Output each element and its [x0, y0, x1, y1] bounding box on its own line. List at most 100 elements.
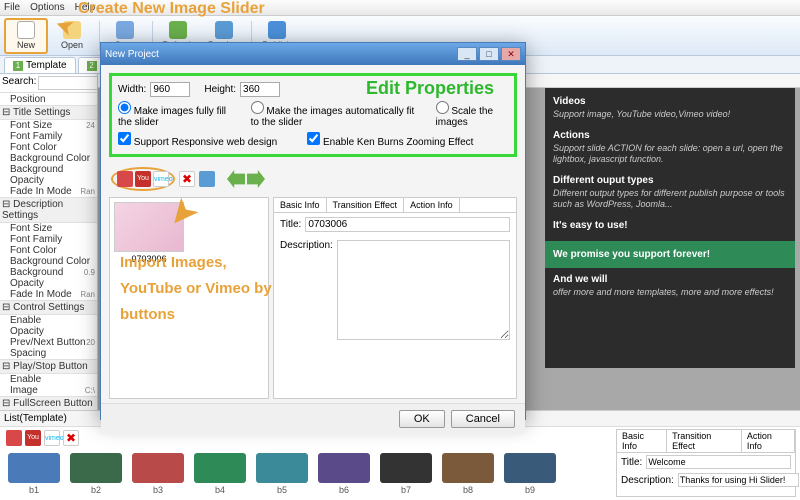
import-image-button[interactable] — [117, 171, 133, 187]
save-icon — [116, 21, 134, 39]
menu-help[interactable]: Help — [75, 2, 96, 13]
import-youtube-button[interactable]: You — [135, 171, 151, 187]
dialog-min-button[interactable]: _ — [457, 47, 477, 61]
next-arrow-icon[interactable] — [247, 170, 265, 188]
thumb-image — [114, 202, 184, 252]
prop-c-enable[interactable]: Enable — [0, 315, 97, 326]
properties-box: Edit Properties Width: Height: Make imag… — [109, 73, 517, 157]
prev-arrow-icon[interactable] — [227, 170, 245, 188]
template-thumb[interactable]: b4 — [194, 453, 246, 495]
search-row: Search: — [0, 74, 97, 93]
grp-control-settings[interactable]: ⊟ Control Settings — [0, 300, 97, 315]
rinfo-tab-basic[interactable]: Basic Info — [617, 430, 667, 452]
template-thumb[interactable]: b7 — [380, 453, 432, 495]
template-thumb[interactable]: b2 — [70, 453, 122, 495]
menu-options[interactable]: Options — [30, 2, 64, 13]
dialog-tools: You vimeo ✖ — [101, 165, 525, 193]
tab-template[interactable]: 1Template — [4, 57, 76, 73]
search-label: Search: — [2, 76, 36, 90]
radio-fit[interactable]: Make the images automatically fit to the… — [251, 101, 422, 128]
width-input[interactable] — [150, 82, 190, 97]
pv-videos-h: Videos — [553, 96, 787, 107]
publish-icon — [268, 21, 286, 39]
prop-d-bg-opacity[interactable]: Background Opacity0.9 — [0, 267, 97, 289]
dlg-tab-transition[interactable]: Transition Effect — [327, 198, 405, 212]
dlg-tab-action[interactable]: Action Info — [404, 198, 460, 212]
refresh-icon — [169, 21, 187, 39]
template-thumb[interactable]: b6 — [318, 453, 370, 495]
dialog-title: New Project — [105, 49, 159, 60]
new-project-dialog: New Project _ □ ✕ Edit Properties Width:… — [100, 42, 526, 420]
prop-position[interactable]: Position — [0, 94, 97, 105]
prop-d-bg-color[interactable]: Background Color — [0, 256, 97, 267]
slider-preview: VideosSupport image, YouTube video,Vimeo… — [545, 88, 795, 368]
template-thumb[interactable]: b1 — [8, 453, 60, 495]
grp-title-settings[interactable]: ⊟ Title Settings — [0, 105, 97, 120]
prop-ps-enable[interactable]: Enable — [0, 374, 97, 385]
pv-promise: We promise you support forever! — [545, 241, 795, 268]
new-button[interactable]: New — [4, 18, 48, 54]
prop-font-size[interactable]: Font Size24 — [0, 120, 97, 131]
dlg-desc-input[interactable] — [337, 240, 510, 340]
prop-font-color[interactable]: Font Color — [0, 142, 97, 153]
open-button[interactable]: Open — [50, 18, 94, 54]
ok-button[interactable]: OK — [399, 410, 445, 428]
prop-d-font-family[interactable]: Font Family — [0, 234, 97, 245]
preview-icon — [215, 21, 233, 39]
prop-bg-color[interactable]: Background Color — [0, 153, 97, 164]
open-icon — [63, 21, 81, 39]
check-kenburns[interactable]: Enable Ken Burns Zooming Effect — [307, 132, 473, 148]
add-vimeo-icon[interactable]: vimeo — [44, 430, 60, 446]
dialog-close-button[interactable]: ✕ — [501, 47, 521, 61]
search-input[interactable] — [38, 76, 98, 90]
grp-desc-settings[interactable]: ⊟ Description Settings — [0, 197, 97, 223]
add-youtube-icon[interactable]: You — [25, 430, 41, 446]
rinfo-desc-input[interactable] — [678, 473, 799, 487]
grp-fullscreen[interactable]: ⊟ FullScreen Button — [0, 396, 97, 411]
thumb-caption: 0703006 — [114, 252, 184, 264]
prop-fade[interactable]: Fade In ModeRan — [0, 186, 97, 197]
new-icon — [17, 21, 35, 39]
pv-andwe-h: And we will — [553, 274, 787, 285]
dialog-image-list: 0703006 — [109, 197, 269, 399]
radio-fill[interactable]: Make images fully fill the slider — [118, 101, 237, 128]
dlg-tab-basic[interactable]: Basic Info — [274, 198, 327, 212]
prop-c-opacity[interactable]: Opacity — [0, 326, 97, 337]
dialog-delete-button[interactable]: ✖ — [179, 171, 195, 187]
template-thumb[interactable]: b5 — [256, 453, 308, 495]
dialog-max-button[interactable]: □ — [479, 47, 499, 61]
prop-d-fade[interactable]: Fade In ModeRan — [0, 289, 97, 300]
dialog-titlebar[interactable]: New Project _ □ ✕ — [101, 43, 525, 65]
menu-file[interactable]: File — [4, 2, 20, 13]
prop-c-spacing[interactable]: Prev/Next Button Spacing20 — [0, 337, 97, 359]
prop-d-font-color[interactable]: Font Color — [0, 245, 97, 256]
rinfo-tab-action[interactable]: Action Info — [742, 430, 795, 452]
add-image-icon[interactable] — [6, 430, 22, 446]
dialog-info-panel: Basic Info Transition Effect Action Info… — [273, 197, 517, 399]
grp-playstop[interactable]: ⊟ Play/Stop Button — [0, 359, 97, 374]
cancel-button[interactable]: Cancel — [451, 410, 515, 428]
edit-properties-label: Edit Properties — [366, 78, 494, 99]
delete-icon[interactable]: ✖ — [63, 430, 79, 446]
template-thumb[interactable]: b9 — [504, 453, 556, 495]
import-buttons-group: You vimeo — [111, 167, 175, 191]
dialog-thumb[interactable]: 0703006 — [114, 202, 184, 264]
dlg-title-input[interactable] — [305, 217, 510, 232]
check-responsive[interactable]: Support Responsive web design — [118, 132, 277, 148]
right-info-panel: Basic Info Transition Effect Action Info… — [616, 429, 796, 497]
import-vimeo-button[interactable]: vimeo — [153, 171, 169, 187]
radio-scale[interactable]: Scale the images — [436, 101, 508, 128]
template-thumb[interactable]: b3 — [132, 453, 184, 495]
prop-font-family[interactable]: Font Family — [0, 131, 97, 142]
template-thumb[interactable]: b8 — [442, 453, 494, 495]
height-input[interactable] — [240, 82, 280, 97]
pv-outputs-h: Different ouput types — [553, 175, 787, 186]
dialog-extra-button[interactable] — [199, 171, 215, 187]
rinfo-tab-transition[interactable]: Transition Effect — [667, 430, 742, 452]
rinfo-title-input[interactable] — [646, 455, 791, 469]
prop-d-font-size[interactable]: Font Size — [0, 223, 97, 234]
prop-bg-opacity[interactable]: Background Opacity — [0, 164, 97, 186]
prop-ps-image[interactable]: ImageC:\ — [0, 385, 97, 396]
pv-easy-h: It's easy to use! — [553, 220, 787, 231]
pv-actions-h: Actions — [553, 130, 787, 141]
